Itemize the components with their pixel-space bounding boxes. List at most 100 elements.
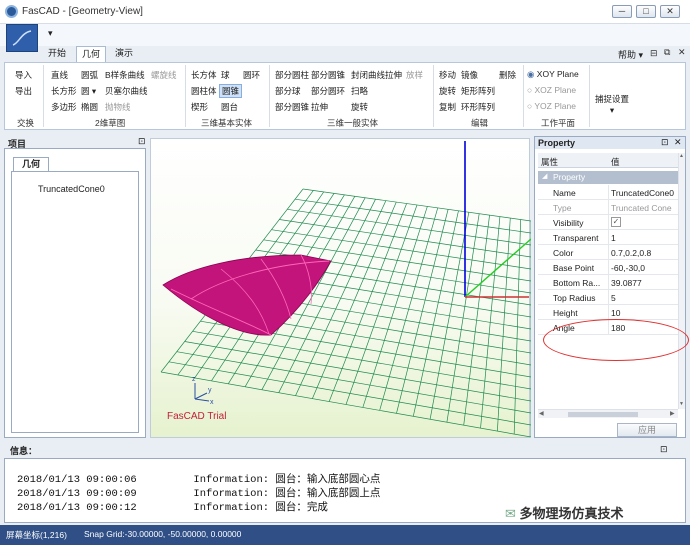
property-value[interactable]: ✓ <box>611 217 621 227</box>
geometry-viewport[interactable]: z yx FasCAD Trial <box>150 138 532 439</box>
column-divider <box>608 245 609 260</box>
close-button[interactable]: ✕ <box>660 5 680 18</box>
column-divider <box>608 215 609 230</box>
polygon-button[interactable]: 多边形 <box>51 101 77 113</box>
rotate-button[interactable]: 旋转 <box>439 85 456 97</box>
apply-button[interactable]: 应用 <box>617 423 677 437</box>
tab-start[interactable]: 开始 <box>44 46 70 62</box>
export-button[interactable]: 导出 <box>15 85 32 97</box>
xoz-plane-radio[interactable]: ○ XOZ Plane <box>527 85 576 95</box>
mini-restore-icon[interactable]: ⧉ <box>664 47 670 58</box>
property-value[interactable]: TruncatedCone0 <box>611 188 674 198</box>
property-value[interactable]: 10 <box>611 308 620 318</box>
project-panel-pin-icon[interactable]: ⊡ <box>138 136 146 147</box>
extrude-button[interactable]: 拉伸 <box>311 101 328 113</box>
tab-geometry-tree[interactable]: 几何 <box>13 157 49 171</box>
property-value[interactable]: 1 <box>611 233 616 243</box>
rectangle-button[interactable]: 长方形 <box>51 85 77 97</box>
triad-y-line <box>194 392 208 400</box>
tab-geometry[interactable]: 几何 <box>76 46 106 62</box>
import-button[interactable]: 导入 <box>15 69 32 81</box>
move-button[interactable]: 移动 <box>439 69 456 81</box>
help-menu[interactable]: 帮助 ▾ <box>618 48 643 61</box>
yoz-plane-radio[interactable]: ○ YOZ Plane <box>527 101 576 111</box>
delete-button[interactable]: 删除 <box>499 69 516 81</box>
closed-curve-extrude-button[interactable]: 封闭曲线拉伸 <box>351 69 402 81</box>
partial-torus-button[interactable]: 部分圆环 <box>311 85 345 97</box>
rect-array-button[interactable]: 矩形阵列 <box>461 85 495 97</box>
cylinder-button[interactable]: 圆柱体 <box>191 85 217 97</box>
property-pin-icon[interactable]: ⊡ <box>661 137 669 148</box>
property-value[interactable]: Truncated Cone <box>611 203 672 213</box>
circular-array-button[interactable]: 环形阵列 <box>461 101 495 113</box>
partial-sphere-button[interactable]: 部分球 <box>275 85 301 97</box>
property-key: Bottom Ra... <box>553 278 601 288</box>
property-value[interactable]: 0.7,0.2,0.8 <box>611 248 651 258</box>
frustum-button[interactable]: 圆台 <box>221 101 238 113</box>
sphere-button[interactable]: 球 <box>221 69 230 81</box>
scroll-left-icon[interactable]: ◀ <box>539 410 544 417</box>
tree-item-truncatedcone[interactable]: TruncatedCone0 <box>38 184 105 194</box>
wechat-icon: ✉ <box>505 506 516 521</box>
box-button[interactable]: 长方体 <box>191 69 217 81</box>
property-row[interactable]: Top Radius 5 <box>538 290 678 305</box>
property-close-icon[interactable]: ✕ <box>674 137 682 148</box>
property-value[interactable]: 39.0877 <box>611 278 642 288</box>
torus-button[interactable]: 圆环 <box>243 69 260 81</box>
column-divider <box>608 290 609 305</box>
minimize-button[interactable]: ─ <box>612 5 632 18</box>
horizontal-scrollbar[interactable]: ◀ ▶ <box>538 409 678 418</box>
partial-cone-2-button[interactable]: 部分圆锥 <box>275 101 309 113</box>
vertical-scrollbar[interactable]: ▲ ▼ <box>678 153 685 409</box>
line-button[interactable]: 直线 <box>51 69 68 81</box>
info-panel-pin-icon[interactable]: ⊡ <box>660 444 668 455</box>
ribbon-separator <box>43 65 44 127</box>
property-row[interactable]: Visibility ✓ <box>538 215 678 230</box>
property-row[interactable]: Transparent 1 <box>538 230 678 245</box>
property-value[interactable]: 5 <box>611 293 616 303</box>
column-attribute: 属性 <box>541 157 559 167</box>
wedge-button[interactable]: 楔形 <box>191 101 208 113</box>
loft-button[interactable]: 放样 <box>406 69 423 81</box>
help-label: 帮助 <box>618 50 637 60</box>
property-panel: Property ⊡ ✕ 属性 值 ◢ Property Name Truncat… <box>534 136 689 438</box>
partial-cone-button[interactable]: 部分圆锥 <box>311 69 345 81</box>
scroll-down-icon[interactable]: ▼ <box>679 401 684 407</box>
group-workplane: 工作平面 <box>541 118 576 128</box>
column-divider <box>608 200 609 215</box>
arc-button[interactable]: 圆弧 <box>81 69 98 81</box>
ellipse-button[interactable]: 椭圆 <box>81 101 98 113</box>
partial-cylinder-button[interactable]: 部分圆柱 <box>275 69 309 81</box>
property-row[interactable]: Bottom Ra... 39.0877 <box>538 275 678 290</box>
bezier-button[interactable]: 贝塞尔曲线 <box>105 85 148 97</box>
property-row[interactable]: Type Truncated Cone <box>538 200 678 215</box>
snap-settings-button[interactable]: 捕捉设置 ▾ <box>595 93 629 116</box>
revolve-button[interactable]: 旋转 <box>351 101 368 113</box>
bspline-button[interactable]: B样条曲线 <box>105 69 145 81</box>
mirror-button[interactable]: 镜像 <box>461 69 478 81</box>
property-value[interactable]: -60,-30,0 <box>611 263 645 273</box>
property-section[interactable]: ◢ Property <box>538 171 678 184</box>
maximize-button[interactable]: □ <box>636 5 656 18</box>
mini-close-icon[interactable]: ✕ <box>678 47 686 58</box>
tab-demo[interactable]: 演示 <box>110 46 138 62</box>
parabola-button[interactable]: 抛物线 <box>105 101 131 113</box>
cone-button[interactable]: 圆锥 <box>219 84 243 98</box>
helix-button[interactable]: 螺旋线 <box>151 69 177 81</box>
group-edit: 编辑 <box>471 118 489 128</box>
property-row[interactable]: Name TruncatedCone0 <box>538 185 678 200</box>
xoy-plane-radio[interactable]: ◉ XOY Plane <box>527 69 579 80</box>
property-row[interactable]: Color 0.7,0.2,0.8 <box>538 245 678 260</box>
property-row[interactable]: Height 10 <box>538 305 678 320</box>
scroll-thumb[interactable] <box>568 412 638 417</box>
pin-icon[interactable]: ⊟ <box>650 48 658 59</box>
triad-x-label: x <box>210 399 214 406</box>
scroll-up-icon[interactable]: ▲ <box>679 153 684 159</box>
sweep-button[interactable]: 扫略 <box>351 85 368 97</box>
quick-access-dropdown[interactable]: ▾ <box>48 28 53 39</box>
copy-button[interactable]: 复制 <box>439 101 456 113</box>
viewport-scene[interactable]: z yx <box>151 139 532 439</box>
property-row[interactable]: Base Point -60,-30,0 <box>538 260 678 275</box>
circle-button[interactable]: 圆 ▾ <box>81 85 96 97</box>
scroll-right-icon[interactable]: ▶ <box>670 410 675 417</box>
